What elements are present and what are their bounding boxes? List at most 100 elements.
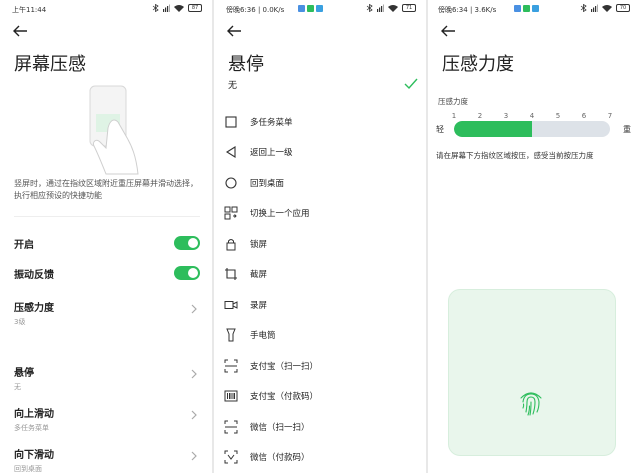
crop-icon <box>225 268 237 280</box>
setting-swipe-down[interactable]: 向下滑动 回到桌面 <box>14 446 200 473</box>
setting-value: 3级 <box>14 318 26 326</box>
option-alipay-pay[interactable]: 支付宝（付款码） <box>224 386 414 406</box>
setting-swipe-up[interactable]: 向上滑动 多任务菜单 <box>14 405 200 433</box>
wifi-icon <box>602 5 612 12</box>
notification-icon <box>523 5 530 12</box>
square-icon <box>225 116 237 128</box>
vibration-toggle[interactable] <box>174 266 200 280</box>
option-label: 切换上一个应用 <box>250 209 310 219</box>
option-label: 截屏 <box>250 270 268 280</box>
option-flashlight[interactable]: 手电筒 <box>224 325 414 345</box>
description: 竖屏时，通过在指纹区域附近重压屏幕并滑动选择，执行相应预设的快捷功能 <box>14 179 198 200</box>
bluetooth-icon <box>366 4 373 12</box>
option-label: 锁屏 <box>250 240 268 250</box>
screen-pressure-settings: 上午11:44 87 屏幕压感 竖屏时，通过在指纹区域附近重压屏幕并滑动选择，执… <box>0 0 212 473</box>
option-label: 支付宝（付款码） <box>250 392 319 402</box>
wifi-icon <box>388 5 398 12</box>
option-label: 微信（付款码） <box>250 453 310 463</box>
status-bar: 傍晚6:34 | 3.6K/s 70 <box>428 0 640 18</box>
setting-vibration[interactable]: 振动反馈 <box>14 266 200 281</box>
option-wechat-scan[interactable]: 微信（扫一扫） <box>224 417 414 437</box>
bluetooth-icon <box>152 4 159 12</box>
option-label: 无 <box>228 81 238 91</box>
scan-icon <box>224 359 238 373</box>
level-tick: 6 <box>581 112 587 120</box>
option-none[interactable]: 无 <box>228 78 418 92</box>
notification-icons <box>298 5 323 12</box>
setting-label: 悬停 <box>14 368 34 379</box>
pressure-level-slider[interactable] <box>454 121 610 137</box>
wifi-icon <box>174 5 184 12</box>
option-label: 多任务菜单 <box>250 118 293 128</box>
back-arrow-icon[interactable] <box>12 24 28 38</box>
signal-icon <box>163 4 170 12</box>
fingerprint-test-area[interactable] <box>448 289 616 456</box>
back-arrow-icon[interactable] <box>440 24 456 38</box>
hint-text: 请在屏幕下方指纹区域按压，感受当前按压力度 <box>436 151 594 160</box>
option-label: 微信（扫一扫） <box>250 423 310 433</box>
setting-label: 压感力度 <box>14 303 54 314</box>
setting-hover[interactable]: 悬停 无 <box>14 364 200 392</box>
option-back[interactable]: 返回上一级 <box>224 142 414 162</box>
option-wechat-pay[interactable]: 微信（付款码） <box>224 447 414 467</box>
option-switch-app[interactable]: 切换上一个应用 <box>224 203 414 223</box>
page-title: 压感力度 <box>442 54 514 75</box>
signal-icon <box>377 4 384 12</box>
setting-enable[interactable]: 开启 <box>14 236 200 251</box>
option-label: 支付宝（扫一扫） <box>250 362 319 372</box>
status-time: 上午11:44 <box>12 6 47 14</box>
lock-icon <box>226 239 236 251</box>
enable-toggle[interactable] <box>174 236 200 250</box>
back-arrow-icon[interactable] <box>226 24 242 38</box>
notification-icons <box>514 5 539 12</box>
status-bar: 傍晚6:36 | 0.0K/s 71 <box>214 0 426 18</box>
option-screenshot[interactable]: 截屏 <box>224 264 414 284</box>
setting-value: 回到桌面 <box>14 465 42 473</box>
status-time: 傍晚6:34 | 3.6K/s <box>438 6 497 14</box>
option-record[interactable]: 录屏 <box>224 295 414 315</box>
option-home[interactable]: 回到桌面 <box>224 173 414 193</box>
level-tick: 1 <box>451 112 457 120</box>
level-tick: 7 <box>607 112 613 120</box>
level-tick: 2 <box>477 112 483 120</box>
screen-hover-action: 傍晚6:36 | 0.0K/s 71 悬停 无 多任务菜单 返回上一级 回到桌面… <box>214 0 426 473</box>
page-title: 悬停 <box>228 54 264 75</box>
status-bar: 上午11:44 87 <box>0 0 212 18</box>
pressure-level-fill <box>454 121 532 137</box>
setting-value: 多任务菜单 <box>14 424 49 432</box>
fingerprint-icon <box>520 392 542 416</box>
battery-icon: 70 <box>616 4 630 12</box>
status-time: 傍晚6:36 | 0.0K/s <box>226 6 285 14</box>
video-icon <box>224 301 238 309</box>
battery-icon: 87 <box>188 4 202 12</box>
option-label: 回到桌面 <box>250 179 285 189</box>
scan-icon <box>224 420 238 434</box>
bluetooth-icon <box>580 4 587 12</box>
phone-press-illustration <box>89 85 139 175</box>
chevron-right-icon <box>191 369 197 379</box>
option-alipay-scan[interactable]: 支付宝（扫一扫） <box>224 356 414 376</box>
setting-value: 无 <box>14 383 21 391</box>
page-title: 屏幕压感 <box>14 54 86 75</box>
circle-icon <box>225 177 237 189</box>
level-tick: 3 <box>503 112 509 120</box>
setting-label: 振动反馈 <box>14 270 54 281</box>
notification-icon <box>532 5 539 12</box>
chevron-right-icon <box>191 410 197 420</box>
chevron-right-icon <box>191 451 197 461</box>
barcode-icon <box>224 390 238 402</box>
flashlight-icon <box>226 328 236 342</box>
option-label: 返回上一级 <box>250 148 293 158</box>
setting-pressure-level[interactable]: 压感力度 3级 <box>14 299 200 327</box>
screen-pressure-level: 傍晚6:34 | 3.6K/s 70 压感力度 压感力度 1 2 3 4 5 6… <box>428 0 640 473</box>
setting-label: 向上滑动 <box>14 409 54 420</box>
light-label: 轻 <box>436 125 444 134</box>
option-lock[interactable]: 锁屏 <box>224 234 414 254</box>
setting-label: 向下滑动 <box>14 450 54 461</box>
check-icon <box>404 78 418 90</box>
level-tick: 5 <box>555 112 561 120</box>
option-multitask[interactable]: 多任务菜单 <box>224 112 414 132</box>
chevron-right-icon <box>191 304 197 314</box>
level-tick: 4 <box>529 112 535 120</box>
back-triangle-icon <box>225 146 236 158</box>
